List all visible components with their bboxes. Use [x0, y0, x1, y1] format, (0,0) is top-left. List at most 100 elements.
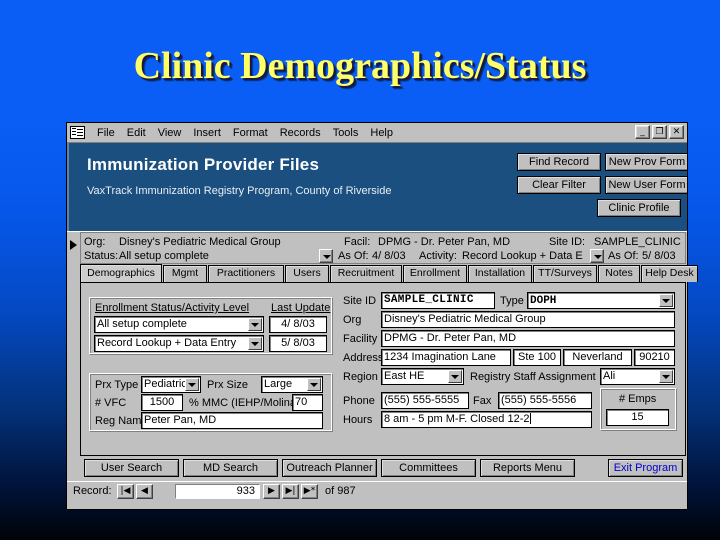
chevron-down-icon[interactable] — [659, 294, 673, 307]
reports-menu-button[interactable]: Reports Menu — [480, 459, 575, 477]
prx-type-value: Pediatric — [144, 378, 187, 390]
facility-label: Facility — [343, 333, 378, 345]
record-navigator: Record: |◀ ◀ 933 ▶ ▶| ▶* of 987 — [67, 481, 687, 499]
new-user-form-button[interactable]: New User Form — [605, 176, 687, 194]
minimize-icon[interactable]: _ — [635, 125, 650, 139]
find-record-button[interactable]: Find Record — [517, 153, 601, 171]
strip-status-dropdown-icon[interactable] — [319, 249, 333, 263]
next-record-button[interactable]: ▶ — [263, 484, 280, 499]
enrollment-status-header: Enrollment Status/Activity Level — [95, 302, 250, 314]
strip-status-label: Status: — [84, 250, 119, 262]
facility-field[interactable]: DPMG - Dr. Peter Pan, MD — [381, 330, 675, 347]
chevron-down-icon[interactable] — [248, 337, 262, 350]
emps-label: # Emps — [619, 393, 657, 405]
registry-staff-label: Registry Staff Assignment — [470, 371, 596, 383]
banner-subtitle: VaxTrack Immunization Registry Program, … — [87, 185, 392, 197]
tab-mgmt[interactable]: Mgmt — [163, 265, 207, 282]
site-id-field[interactable]: SAMPLE_CLINIC — [381, 292, 495, 309]
close-icon[interactable]: ✕ — [669, 125, 684, 139]
menu-item-file[interactable]: File — [91, 126, 121, 140]
enrollment-status-date[interactable]: 4/ 8/03 — [269, 316, 327, 333]
action-button-row: User Search MD Search Outreach Planner C… — [80, 459, 686, 478]
prev-record-button[interactable]: ◀ — [136, 484, 153, 499]
chevron-down-icon[interactable] — [248, 318, 262, 331]
phone-field[interactable]: (555) 555-5555 — [381, 392, 469, 409]
zip-field[interactable]: 90210 — [634, 349, 675, 366]
activity-level-date[interactable]: 5/ 8/03 — [269, 335, 327, 352]
address-label: Address — [343, 352, 384, 364]
strip-activity-label: Activity: — [419, 250, 457, 262]
clear-filter-button[interactable]: Clear Filter — [517, 176, 601, 194]
mmc-label: % MMC (IEHP/Molina) — [189, 397, 300, 409]
prx-size-select[interactable]: Large — [261, 376, 323, 393]
city-field[interactable]: Neverland — [563, 349, 632, 366]
chevron-down-icon[interactable] — [448, 370, 462, 383]
menu-item-insert[interactable]: Insert — [187, 126, 227, 140]
prx-size-label: Prx Size — [207, 379, 248, 391]
chevron-down-icon[interactable] — [307, 378, 321, 391]
tab-installation[interactable]: Installation — [468, 265, 532, 282]
exit-program-button[interactable]: Exit Program — [608, 459, 683, 477]
menu-item-format[interactable]: Format — [227, 126, 274, 140]
outreach-planner-button[interactable]: Outreach Planner — [282, 459, 377, 477]
address-field[interactable]: 1234 Imagination Lane — [381, 349, 511, 366]
hours-field[interactable]: 8 am - 5 pm M-F. Closed 12-2 — [381, 411, 592, 428]
org-field[interactable]: Disney's Pediatric Medical Group — [381, 311, 675, 328]
record-summary-strip: Org: Disney's Pediatric Medical Group St… — [67, 231, 687, 264]
type-label: Type — [500, 295, 524, 307]
phone-label: Phone — [343, 395, 375, 407]
last-update-header: Last Update — [271, 302, 331, 314]
suite-field[interactable]: Ste 100 — [513, 349, 561, 366]
mmc-field[interactable]: 70 — [292, 394, 323, 411]
reg-name-field[interactable]: Peter Pan, MD — [141, 412, 323, 429]
type-select[interactable]: DOPH — [527, 292, 675, 309]
menu-item-help[interactable]: Help — [364, 126, 399, 140]
region-value: East HE — [384, 370, 425, 382]
tab-users[interactable]: Users — [285, 265, 329, 282]
text-caret — [529, 413, 531, 424]
new-prov-form-button[interactable]: New Prov Form — [605, 153, 687, 171]
registry-staff-select[interactable]: Ali — [600, 368, 675, 385]
site-id-label: Site ID — [343, 295, 377, 307]
chevron-down-icon[interactable] — [659, 370, 673, 383]
tab-tt-surveys[interactable]: TT/Surveys — [533, 265, 597, 282]
menu-item-edit[interactable]: Edit — [121, 126, 152, 140]
prx-type-select[interactable]: Pediatric — [141, 376, 201, 393]
vfc-field[interactable]: 1500 — [141, 394, 183, 411]
type-value: DOPH — [530, 295, 557, 307]
tab-practitioners[interactable]: Practitioners — [208, 265, 284, 282]
tab-notes[interactable]: Notes — [598, 265, 640, 282]
strip-activity-dropdown-icon[interactable] — [590, 249, 604, 263]
clinic-profile-button[interactable]: Clinic Profile — [597, 199, 681, 217]
org-label: Org — [343, 314, 362, 326]
restore-icon[interactable]: ❐ — [652, 125, 667, 139]
prx-type-label: Prx Type — [95, 379, 139, 391]
record-label: Record: — [73, 485, 112, 497]
tab-enrollment[interactable]: Enrollment — [403, 265, 467, 282]
demographics-tab-panel: Enrollment Status/Activity Level Last Up… — [80, 282, 686, 456]
strip-asof2-value: 5/ 8/03 — [642, 250, 676, 262]
last-record-button[interactable]: ▶| — [282, 484, 299, 499]
emps-field[interactable]: 15 — [606, 409, 669, 426]
menu-item-view[interactable]: View — [152, 126, 188, 140]
prx-size-value: Large — [264, 378, 293, 390]
first-record-button[interactable]: |◀ — [117, 484, 134, 499]
tab-help-desk[interactable]: Help Desk — [641, 265, 698, 282]
fax-field[interactable]: (555) 555-5556 — [498, 392, 592, 409]
md-search-button[interactable]: MD Search — [183, 459, 278, 477]
new-record-button[interactable]: ▶* — [301, 484, 318, 499]
tab-demographics[interactable]: Demographics — [80, 264, 162, 282]
current-record-field[interactable]: 933 — [175, 484, 260, 499]
tab-recruitment[interactable]: Recruitment — [330, 265, 402, 282]
enrollment-status-select[interactable]: All setup complete — [94, 316, 264, 333]
activity-level-select[interactable]: Record Lookup + Data Entry — [94, 335, 264, 352]
record-selector-arrow-icon[interactable] — [70, 240, 77, 250]
chevron-down-icon[interactable] — [185, 378, 199, 391]
committees-button[interactable]: Committees — [381, 459, 476, 477]
region-select[interactable]: East HE — [381, 368, 464, 385]
user-search-button[interactable]: User Search — [84, 459, 179, 477]
menu-item-records[interactable]: Records — [274, 126, 327, 140]
hours-label: Hours — [343, 414, 373, 426]
fax-label: Fax — [473, 395, 492, 407]
menu-item-tools[interactable]: Tools — [327, 126, 365, 140]
